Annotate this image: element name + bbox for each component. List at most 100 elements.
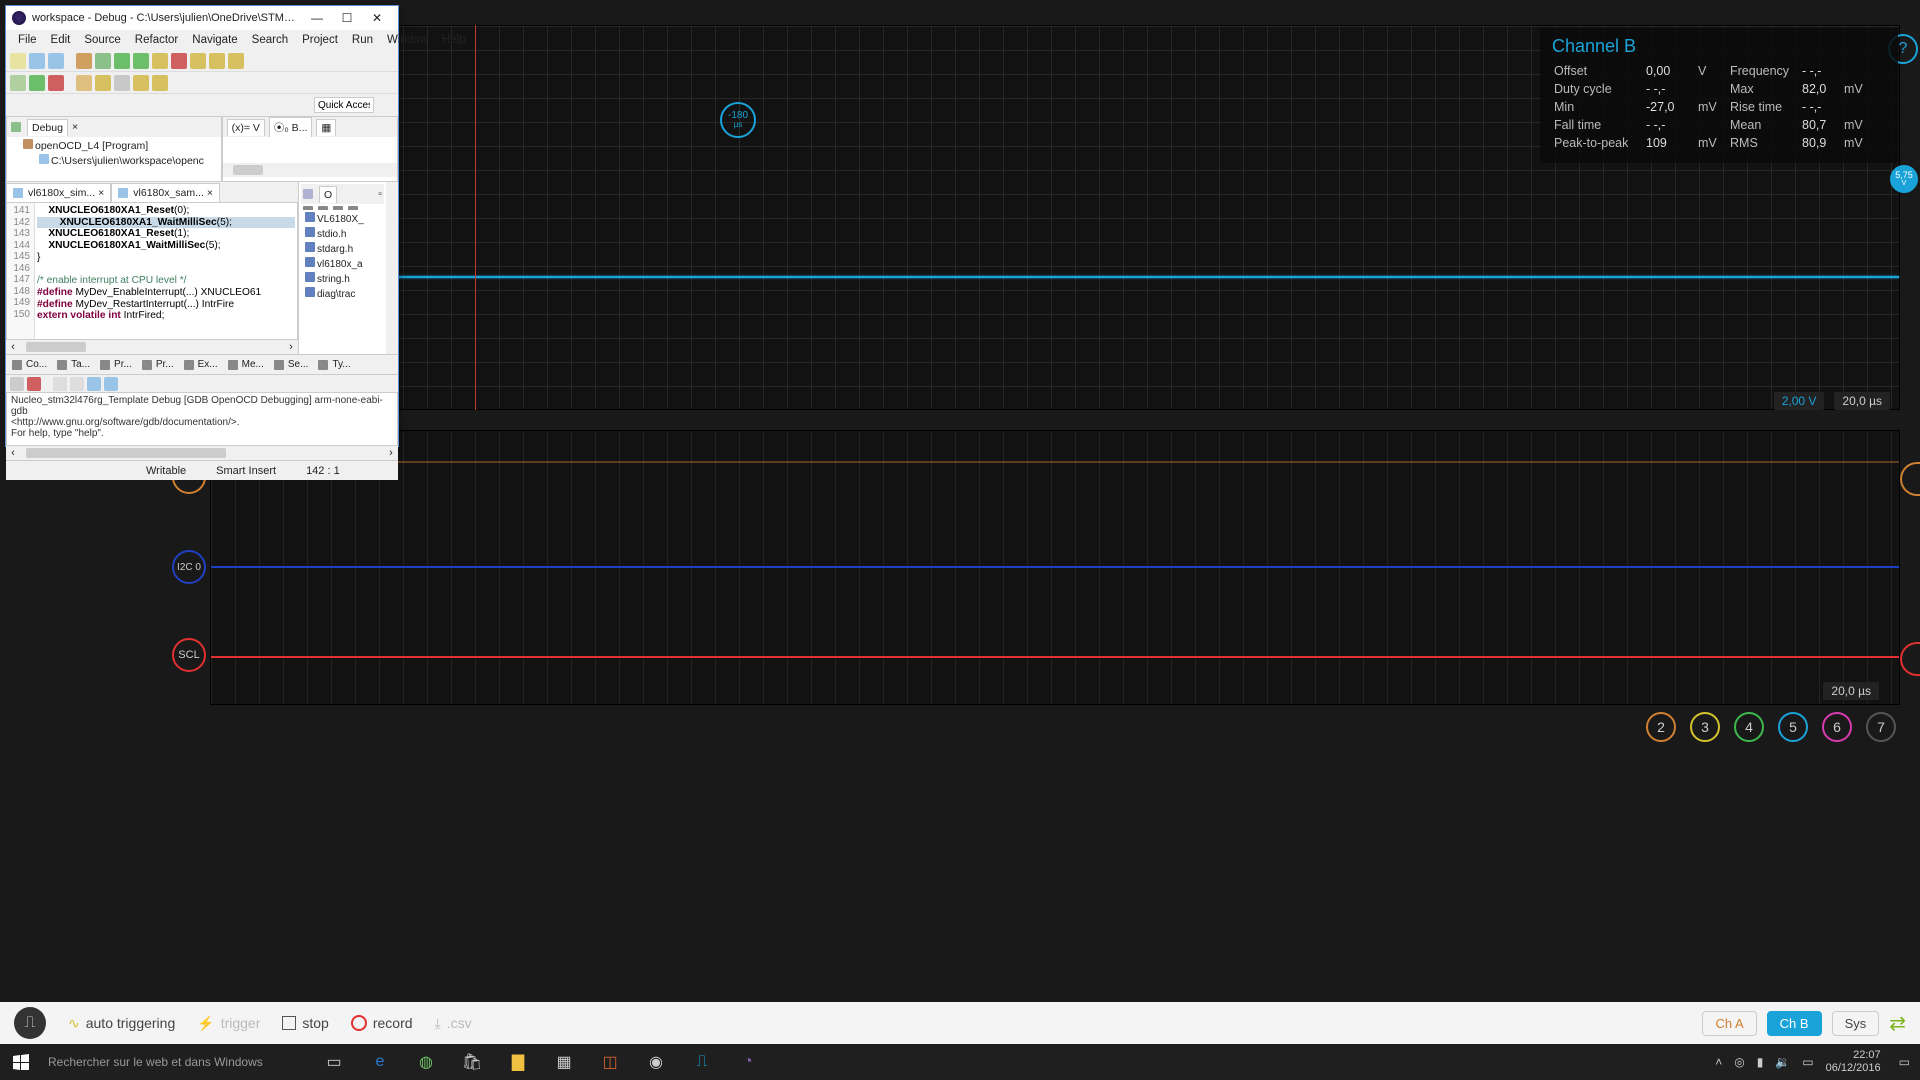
minimize-button[interactable]: — [302,8,332,28]
console-scroll-thumb[interactable] [26,448,226,458]
menu-edit[interactable]: Edit [45,32,77,48]
titlebar[interactable]: workspace - Debug - C:\Users\julien\OneD… [6,6,398,30]
menu-source[interactable]: Source [78,32,126,48]
menu-window[interactable]: Window [381,32,434,48]
save-icon[interactable] [29,53,45,69]
menu-run[interactable]: Run [346,32,379,48]
nav-fwd-icon[interactable] [152,75,168,91]
network-icon[interactable]: ▮ [1757,1055,1764,1069]
bug-icon[interactable] [10,75,26,91]
vars-tab[interactable]: (x)= V [227,119,265,136]
run-config-icon[interactable] [29,75,45,91]
time-cursor[interactable] [475,25,476,410]
close-button[interactable]: ✕ [362,8,392,28]
channel-5-button[interactable]: 5 [1778,712,1808,742]
scroll-left-icon[interactable]: ‹ [6,341,20,353]
outline-tool-icon[interactable] [333,206,343,210]
bottom-tab[interactable]: Me... [224,357,268,372]
open-type-icon[interactable] [76,75,92,91]
bottom-tab[interactable]: Ta... [53,357,94,372]
editor-tab[interactable]: vl6180x_sim... × [6,183,111,202]
trigger-button[interactable]: ⚡trigger [197,1015,260,1032]
taskbar-search[interactable]: Rechercher sur le web et dans Windows [42,1055,292,1069]
debug-icon[interactable] [95,53,111,69]
volume-icon[interactable]: 🔉 [1775,1055,1790,1069]
step-into-icon[interactable] [190,53,206,69]
console-pin-icon[interactable] [53,377,67,391]
console-clear-icon[interactable] [10,377,24,391]
sda-handle[interactable] [1900,462,1920,496]
debug-view-tab[interactable]: Debug [27,119,68,136]
step-over-icon[interactable] [209,53,225,69]
sys-button[interactable]: Sys [1832,1011,1880,1036]
pause-icon[interactable] [152,53,168,69]
record-button[interactable]: record [351,1015,413,1031]
tray-expand-icon[interactable]: ˄ [1715,1055,1722,1069]
bottom-tab[interactable]: Ex... [180,357,222,372]
bottom-tab[interactable]: Ty... [314,357,354,372]
channel-4-button[interactable]: 4 [1734,712,1764,742]
outline-min-icon[interactable]: ▫ [378,188,382,200]
run-icon[interactable] [114,53,130,69]
calculator-icon[interactable]: ▦ [542,1044,586,1080]
console-output[interactable]: Nucleo_stm32l476rg_Template Debug [GDB O… [6,392,398,446]
csv-button[interactable]: ⤓.csv [435,1015,472,1032]
outline-item[interactable]: VL6180X_ [303,211,382,226]
chrome-icon[interactable]: ◉ [634,1044,678,1080]
scl-handle[interactable] [1900,642,1920,676]
vars-tab[interactable]: ▦ [316,119,336,136]
maximize-button[interactable]: ☐ [332,8,362,28]
ext-tools-icon[interactable] [48,75,64,91]
cortana-icon[interactable]: ◍ [404,1044,448,1080]
outline-tool-icon[interactable] [318,206,328,210]
menu-refactor[interactable]: Refactor [129,32,184,48]
outline-tool-icon[interactable] [348,206,358,210]
eclipse-taskbar-icon[interactable]: ◔ [726,1044,770,1080]
clock[interactable]: 22:07 06/12/2016 [1826,1049,1887,1075]
bottom-tab[interactable]: Pr... [138,357,178,372]
outline-item[interactable]: stdarg.h [303,241,382,256]
editor-scroll-thumb[interactable] [26,342,86,352]
step-return-icon[interactable] [228,53,244,69]
build-icon[interactable] [76,53,92,69]
console-remove-icon[interactable] [27,377,41,391]
store-icon[interactable]: 🛍 [450,1044,494,1080]
bottom-tab[interactable]: Co... [8,357,51,372]
scl-label[interactable]: SCL [172,638,206,672]
app-icon[interactable]: ◫ [588,1044,632,1080]
bottom-tab[interactable]: Se... [270,357,313,372]
code-editor[interactable]: XNUCLEO6180XA1_Reset(0); XNUCLEO6180XA1_… [35,203,297,339]
channel-a-button[interactable]: Ch A [1702,1011,1756,1036]
toggle-mark-icon[interactable] [114,75,130,91]
console-open-icon[interactable] [104,377,118,391]
save-all-icon[interactable] [48,53,64,69]
debug-tree[interactable]: openOCD_L4 [Program] C:\Users\julien\wor… [7,137,221,170]
outline-tab[interactable]: O [319,186,337,203]
task-view-icon[interactable]: ▭ [312,1044,356,1080]
volts-per-div[interactable]: 2,00 V [1774,392,1825,410]
time-per-div-bottom[interactable]: 20,0 µs [1823,682,1879,700]
stop-button[interactable]: stop [282,1015,328,1031]
menu-search[interactable]: Search [246,32,294,48]
editor-tab[interactable]: vl6180x_sam... × [111,183,220,202]
notifications-icon[interactable]: ▭ [1899,1055,1910,1069]
scroll-right-icon[interactable]: › [284,341,298,353]
level-marker[interactable]: 5,75 V [1890,165,1918,193]
outline-item[interactable]: vl6180x_a [303,256,382,271]
time-per-div-top[interactable]: 20,0 µs [1834,392,1890,410]
outline-item[interactable]: string.h [303,271,382,286]
start-button[interactable] [0,1044,42,1080]
location-icon[interactable]: ◎ [1734,1055,1744,1069]
channel-6-button[interactable]: 6 [1822,712,1852,742]
outline-item[interactable]: diag\trac [303,286,382,301]
channel-b-button[interactable]: Ch B [1767,1011,1822,1036]
channel-2-button[interactable]: 2 [1646,712,1676,742]
channel-7-button[interactable]: 7 [1866,712,1896,742]
app-logo-icon[interactable]: ⎍ [14,1007,46,1039]
resume-icon[interactable] [133,53,149,69]
scrollbar-thumb[interactable] [233,165,263,175]
menu-navigate[interactable]: Navigate [186,32,243,48]
outline-tool-icon[interactable] [303,206,313,210]
language-icon[interactable]: ▭ [1802,1055,1813,1069]
auto-trigger-button[interactable]: ∿auto triggering [68,1015,175,1032]
